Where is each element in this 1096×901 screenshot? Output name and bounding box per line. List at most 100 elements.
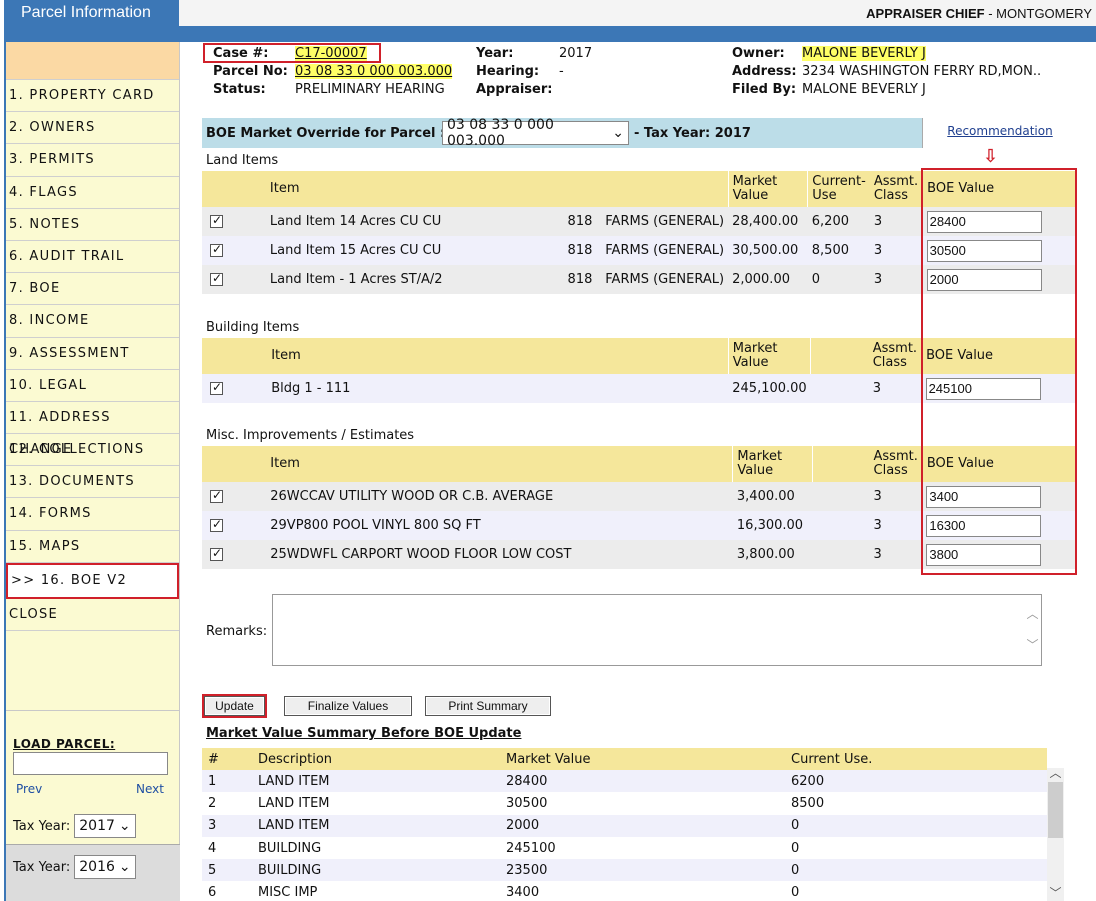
row-checkbox-cell	[202, 265, 266, 294]
blank-cell	[575, 540, 733, 569]
boe-value-input[interactable]: 16300	[926, 514, 1042, 537]
sidebar-item-12[interactable]: 12. COLLECTIONS	[6, 434, 179, 467]
sidebar-item-6[interactable]: 6. AUDIT TRAIL	[6, 241, 179, 274]
sidebar-item-8[interactable]: 8. INCOME	[6, 305, 179, 338]
market-value: 28,400.00	[728, 207, 808, 236]
table-row: Land Item 15 Acres CU CU818FARMS (GENERA…	[202, 236, 1077, 265]
parcel-override-select[interactable]: 03 08 33 0 000 003.000 ⌄	[442, 117, 629, 149]
summary-current-use: 0	[785, 814, 1047, 837]
summary-col-num: #	[202, 748, 252, 770]
boe-value-input[interactable]: 245100	[925, 377, 1041, 400]
boe-value-cell: 30500	[922, 236, 1077, 265]
finalize-values-button[interactable]: Finalize Values	[284, 696, 412, 716]
sidebar-item-3[interactable]: 3. PERMITS	[6, 144, 179, 177]
sidebar-item-14[interactable]: 14. FORMS	[6, 498, 179, 531]
recommendation-link[interactable]: Recommendation	[947, 124, 1052, 138]
item-name: Land Item - 1 Acres ST/A/2	[265, 265, 564, 294]
land-col-check	[202, 171, 266, 207]
blank-cell	[575, 482, 733, 511]
sidebar-item-13[interactable]: 13. DOCUMENTS	[6, 466, 179, 499]
tax-year-value-2: 2016	[79, 859, 115, 875]
land-col-boe: BOE Value	[922, 171, 1077, 207]
row-checkbox-cell	[202, 236, 266, 265]
next-link[interactable]: Next	[136, 782, 164, 796]
sidebar-item-1[interactable]: 1. PROPERTY CARD	[6, 80, 179, 113]
sidebar-item-7[interactable]: 7. BOE	[6, 273, 179, 306]
override-tax-year: - Tax Year: 2017	[634, 126, 751, 141]
boe-value-input[interactable]: 28400	[926, 210, 1042, 233]
row-checkbox[interactable]	[210, 546, 223, 561]
blank-cell	[812, 540, 870, 569]
parcel-link[interactable]: 03 08 33 0 000 003.000	[295, 64, 453, 79]
assessment-class: 3	[868, 374, 922, 403]
summary-market-value: 28400	[500, 770, 785, 793]
item-name: 26WCCAV UTILITY WOOD OR C.B. AVERAGE	[266, 482, 576, 511]
building-col-item: Item	[267, 338, 568, 374]
blank-cell	[567, 374, 729, 403]
land-col-code	[563, 171, 602, 207]
boe-value-input[interactable]: 3800	[926, 543, 1042, 566]
misc-col-check	[202, 446, 267, 482]
land-col-item: Item	[265, 171, 564, 207]
tax-year-select-2[interactable]: 2016 ⌄	[74, 855, 136, 879]
boe-value-cell: 3800	[922, 540, 1077, 569]
row-checkbox[interactable]	[210, 271, 223, 286]
sidebar-item-2[interactable]: 2. OWNERS	[6, 112, 179, 145]
table-row: 29VP800 POOL VINYL 800 SQ FT 16,300.00 316…	[202, 511, 1077, 540]
sidebar-item-10[interactable]: 10. LEGAL	[6, 370, 179, 402]
market-value: 16,300.00	[732, 511, 813, 540]
tax-year-panel-2: Tax Year: 2016 ⌄	[6, 844, 180, 901]
building-col-blank2	[810, 338, 869, 374]
update-button[interactable]: Update	[202, 694, 267, 718]
market-value: 3,400.00	[732, 482, 813, 511]
year-value: 2017	[559, 46, 593, 61]
table-row: Land Item 14 Acres CU CU818FARMS (GENERA…	[202, 207, 1077, 236]
summary-table-wrap: # Description Market Value Current Use. …	[202, 748, 1047, 901]
sidebar-item-9[interactable]: 9. ASSESSMENT	[6, 338, 179, 370]
assessment-class: 3	[869, 482, 923, 511]
print-summary-button[interactable]: Print Summary	[425, 696, 551, 716]
override-bar: BOE Market Override for Parcel : 03 08 3…	[202, 117, 1077, 149]
case-link[interactable]: C17-00007	[295, 46, 367, 61]
boe-value-input[interactable]: 30500	[926, 239, 1042, 262]
row-checkbox-cell	[202, 374, 268, 403]
prev-link[interactable]: Prev	[16, 782, 42, 796]
summary-scrollbar[interactable]: ︿ ﹀	[1047, 766, 1064, 901]
sidebar-nav: 1. PROPERTY CARD 2. OWNERS 3. PERMITS 4. FL…	[6, 80, 179, 631]
tax-year-label-1: Tax Year:	[13, 818, 71, 834]
row-checkbox[interactable]	[210, 517, 223, 532]
blank-cell	[812, 511, 870, 540]
year-label: Year:	[476, 46, 514, 61]
sidebar-item-11[interactable]: 11. ADDRESS CHANGE	[6, 402, 179, 457]
row-checkbox[interactable]	[210, 213, 223, 228]
sidebar-item-16[interactable]: >> 16. BOE V2	[6, 562, 179, 599]
remarks-textarea[interactable]: ︿ ﹀	[272, 594, 1042, 666]
table-row: 26WCCAV UTILITY WOOD OR C.B. AVERAGE 3,40…	[202, 482, 1077, 511]
item-code: 818	[563, 207, 602, 236]
chevron-up-icon[interactable]: ︿	[1047, 764, 1064, 781]
row-checkbox[interactable]	[210, 242, 223, 257]
item-code: 818	[563, 265, 602, 294]
sidebar-item-5[interactable]: 5. NOTES	[6, 209, 179, 241]
load-parcel-panel: LOAD PARCEL: Prev Next Tax Year: 2017 ⌄ T…	[6, 710, 180, 901]
summary-scroll-thumb[interactable]	[1048, 782, 1063, 838]
summary-num: 5	[202, 859, 252, 882]
address-label: Address:	[732, 64, 797, 79]
load-parcel-input[interactable]	[13, 752, 168, 775]
owner-label: Owner:	[732, 46, 785, 61]
sidebar-item-4[interactable]: 4. FLAGS	[6, 177, 179, 209]
sidebar-item-15[interactable]: 15. MAPS	[6, 531, 179, 563]
boe-value-input[interactable]: 3400	[926, 485, 1042, 508]
row-checkbox[interactable]	[210, 380, 223, 395]
tax-year-select-1[interactable]: 2017 ⌄	[74, 814, 136, 838]
sidebar-item-17[interactable]: CLOSE	[6, 599, 179, 631]
row-checkbox[interactable]	[210, 488, 223, 503]
remarks-scrollbar[interactable]: ︿ ﹀	[1024, 595, 1041, 665]
current-use-value: 8,500	[807, 236, 870, 265]
hearing-label: Hearing:	[476, 64, 540, 79]
chevron-down-icon[interactable]: ﹀	[1047, 884, 1064, 901]
summary-row: 4 BUILDING 245100 0	[202, 836, 1047, 860]
boe-value-input[interactable]: 2000	[926, 268, 1042, 291]
tax-year-value-1: 2017	[79, 818, 115, 834]
prev-next: Prev Next	[6, 775, 180, 796]
